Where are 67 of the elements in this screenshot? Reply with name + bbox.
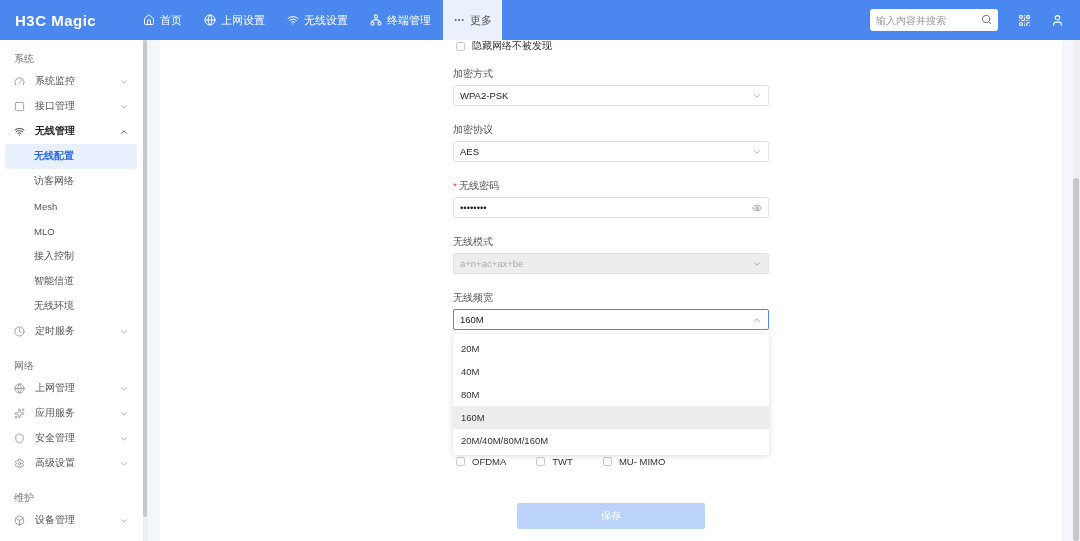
field-label: 加密方式	[453, 67, 494, 81]
sidebar-subitem[interactable]: Mesh	[5, 194, 137, 219]
field-label: 无线频宽	[453, 291, 494, 305]
section-title: 系统	[13, 51, 35, 66]
search-field[interactable]: 输入内容并搜索	[870, 9, 998, 31]
settings-icon	[14, 458, 25, 469]
logo: H3C Magic	[15, 11, 98, 29]
clock-icon	[14, 326, 25, 337]
nav-tab[interactable]: 上网设置	[194, 0, 275, 40]
nav-tab[interactable]: 首页	[133, 0, 192, 40]
gauge-icon	[14, 76, 25, 87]
sidebar-item[interactable]: 应用服务	[5, 401, 137, 426]
select-field[interactable]: 160M	[453, 309, 769, 330]
network-icon	[370, 14, 382, 26]
home-icon	[143, 14, 155, 26]
dropdown-option[interactable]: 20M/40M/80M/160M	[453, 429, 769, 452]
dropdown-option[interactable]: 80M	[453, 383, 769, 406]
sidebar-subitem[interactable]: 访客网络	[5, 169, 137, 194]
sparkle-icon	[14, 408, 25, 419]
shield-icon	[14, 433, 25, 444]
nav-tab[interactable]: 终端管理	[360, 0, 441, 40]
sidebar-item[interactable]: 安全管理	[5, 426, 137, 451]
sidebar-item[interactable]: 定时服务	[5, 319, 137, 344]
checkbox-label: OFDMA	[472, 456, 507, 467]
select-field[interactable]: WPA2-PSK	[453, 85, 769, 106]
sidebar-item[interactable]: 系统监控	[5, 69, 137, 94]
checkbox[interactable]	[456, 457, 465, 466]
wifi-icon	[14, 126, 25, 137]
sidebar-subitem[interactable]: 无线配置	[5, 144, 137, 169]
user-icon[interactable]	[1051, 13, 1064, 27]
globe-icon	[14, 383, 25, 394]
checkbox[interactable]	[456, 41, 465, 51]
field-label: 无线模式	[453, 235, 494, 249]
dropdown-option[interactable]: 160M	[453, 406, 769, 429]
wifi-icon	[287, 14, 299, 26]
sidebar-subitem[interactable]: 无线环境	[5, 294, 137, 319]
sidebar-item[interactable]: 高级设置	[5, 451, 137, 476]
sidebar-item[interactable]: 接口管理	[5, 94, 137, 119]
globe-icon	[204, 14, 216, 26]
nav-tab[interactable]: 无线设置	[277, 0, 358, 40]
eye-icon[interactable]	[752, 202, 762, 213]
checkbox-label: 隐藏网络不被发现	[472, 39, 552, 53]
select-field[interactable]: AES	[453, 141, 769, 162]
qr-code-icon[interactable]	[1018, 13, 1031, 27]
sidebar-subitem[interactable]: 智能信道	[5, 269, 137, 294]
checkbox-label: MU- MIMO	[618, 456, 666, 467]
scrollbar[interactable]	[1073, 40, 1080, 541]
field-label: * 无线密码	[453, 179, 500, 193]
box-icon	[14, 515, 25, 526]
field-label: 加密协议	[453, 123, 494, 137]
section-title: 网络	[13, 358, 35, 373]
sidebar-item[interactable]: 上网管理	[5, 376, 137, 401]
scrollbar[interactable]	[143, 40, 148, 541]
dropdown-option[interactable]: 40M	[453, 360, 769, 383]
checkbox[interactable]	[602, 457, 612, 466]
dropdown-option[interactable]: 20M	[453, 337, 769, 360]
sidebar-subitem[interactable]: MLO	[5, 219, 137, 244]
password-field[interactable]: ••••••••	[453, 197, 769, 218]
sidebar-item[interactable]: 设备管理	[5, 508, 137, 533]
sidebar-item[interactable]: 无线管理	[5, 119, 137, 144]
nav-tab[interactable]: 更多	[443, 0, 502, 40]
sidebar-subitem[interactable]: 接入控制	[5, 244, 137, 269]
search-icon[interactable]	[981, 14, 992, 25]
checkbox[interactable]	[536, 457, 546, 466]
checkbox-label: TWT	[552, 456, 573, 467]
square-icon	[14, 101, 25, 112]
section-title: 维护	[13, 490, 35, 505]
